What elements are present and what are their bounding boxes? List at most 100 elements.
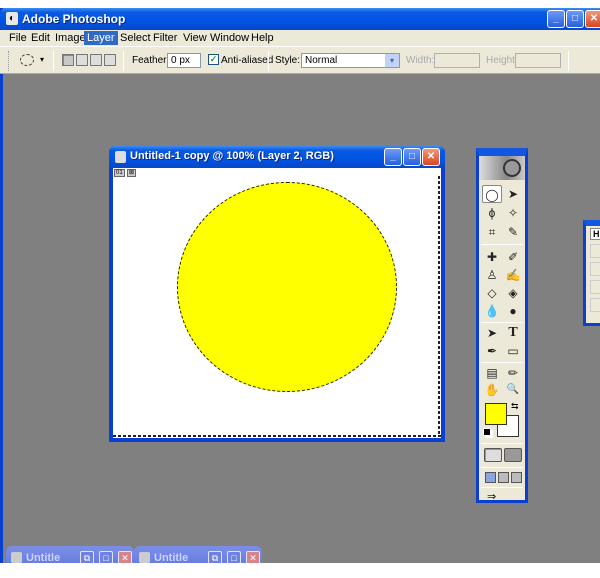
- menu-edit[interactable]: Edit: [28, 31, 53, 45]
- intersect-selection-button[interactable]: [104, 54, 116, 66]
- toolbox-palette: ◯ ➤ ϕ ✧ ⌗ ✎ ✚ ✐ ♙ ✍ ◇ ◈ 💧 ● ➤ T ✒ ▭ ▤ ✏ …: [476, 148, 528, 503]
- swap-colors-icon[interactable]: ⇆: [511, 401, 519, 412]
- eyedropper-tool-icon[interactable]: ✏: [503, 364, 523, 382]
- zoom-tool-icon[interactable]: 🔍: [503, 381, 523, 399]
- history-brush-tool-icon[interactable]: ✍: [503, 266, 523, 284]
- document-icon: [139, 552, 150, 563]
- separator: [568, 51, 569, 71]
- menu-window[interactable]: Window: [207, 31, 252, 45]
- palette-row[interactable]: [590, 244, 600, 258]
- palette-row[interactable]: [590, 262, 600, 276]
- width-input[interactable]: [434, 53, 480, 68]
- eye-icon: [503, 159, 521, 177]
- document-icon: [11, 552, 22, 563]
- screenshot-bottom-margin: [0, 563, 600, 578]
- notes-tool-icon[interactable]: ▤: [482, 364, 502, 382]
- menu-layer[interactable]: Layer: [84, 31, 118, 45]
- separator: [53, 51, 54, 71]
- canvas-marquee-bottom-edge: [113, 435, 441, 437]
- menu-file[interactable]: File: [6, 31, 30, 45]
- lasso-tool-icon[interactable]: ϕ: [482, 204, 502, 222]
- foreground-color-swatch[interactable]: [485, 403, 507, 425]
- palette-tab-history[interactable]: H: [590, 228, 600, 240]
- doc-close-button[interactable]: ✕: [422, 148, 440, 166]
- doc-maximize-button[interactable]: □: [403, 148, 421, 166]
- toolbox-separator: [481, 322, 523, 323]
- height-input[interactable]: [515, 53, 561, 68]
- toolbox-separator: [481, 467, 523, 468]
- anti-aliased-checkbox[interactable]: ✓: [208, 54, 219, 65]
- pen-tool-icon[interactable]: ✒: [482, 342, 502, 360]
- preset-dropdown-arrow-icon[interactable]: ▾: [40, 55, 44, 64]
- full-screen-menu-mode-button[interactable]: [498, 472, 509, 483]
- new-selection-button[interactable]: [62, 54, 74, 66]
- paint-bucket-tool-icon[interactable]: ◈: [503, 284, 523, 302]
- style-select-value: Normal: [305, 55, 338, 66]
- subtract-from-selection-button[interactable]: [90, 54, 102, 66]
- document-icon: [115, 151, 126, 163]
- anti-aliased-label: Anti-aliased: [221, 55, 274, 66]
- add-to-selection-button[interactable]: [76, 54, 88, 66]
- status-chip-channel: 01: [114, 169, 125, 177]
- toolbox-separator: [481, 244, 523, 245]
- full-screen-mode-button[interactable]: [511, 472, 522, 483]
- eraser-tool-icon[interactable]: ◇: [482, 284, 502, 302]
- menu-help[interactable]: Help: [248, 31, 277, 45]
- chevron-down-icon[interactable]: ▾: [385, 54, 399, 67]
- toolbox-separator: [481, 362, 523, 363]
- magic-wand-tool-icon[interactable]: ✧: [503, 204, 523, 222]
- palette-row[interactable]: [590, 298, 600, 312]
- slice-tool-icon[interactable]: ✎: [503, 223, 523, 241]
- maximize-button[interactable]: □: [566, 10, 584, 28]
- standard-mode-button[interactable]: [484, 448, 502, 462]
- style-label: Style:: [275, 55, 301, 66]
- jump-to-imageready-button[interactable]: ⇒: [487, 490, 517, 504]
- brush-tool-icon[interactable]: ✐: [503, 248, 523, 266]
- height-label: Height:: [486, 55, 518, 66]
- menu-bar: File Edit Image Layer Select Filter View…: [0, 30, 600, 46]
- status-chip-mode: ⊠: [127, 169, 137, 177]
- clone-stamp-tool-icon[interactable]: ♙: [482, 266, 502, 284]
- feather-input[interactable]: 0 px: [167, 53, 201, 68]
- hand-tool-icon[interactable]: ✋: [482, 381, 502, 399]
- close-button[interactable]: ✕: [585, 10, 600, 28]
- rectangle-tool-icon[interactable]: ▭: [503, 342, 523, 360]
- blur-tool-icon[interactable]: 💧: [482, 302, 502, 320]
- quick-mask-mode-button[interactable]: [504, 448, 522, 462]
- path-selection-tool-icon[interactable]: ➤: [482, 324, 502, 342]
- doc-minimize-button[interactable]: _: [384, 148, 402, 166]
- canvas-marquee-right-edge: [438, 176, 440, 434]
- yellow-circle-selection[interactable]: [177, 182, 397, 392]
- photoshop-eye-logo[interactable]: [479, 156, 525, 180]
- options-bar: ▾ Feather: 0 px ✓ Anti-aliased Style: No…: [0, 46, 600, 74]
- menu-select[interactable]: Select: [117, 31, 154, 45]
- document-title: Untitled-1 copy @ 100% (Layer 2, RGB): [130, 150, 334, 162]
- document-window: Untitled-1 copy @ 100% (Layer 2, RGB) _ …: [109, 146, 445, 442]
- app-title: Adobe Photoshop: [22, 12, 126, 26]
- document-canvas[interactable]: 01 ⊠: [113, 168, 441, 438]
- minimize-button[interactable]: _: [547, 10, 565, 28]
- app-titlebar[interactable]: ◐ Adobe Photoshop _ □ ✕: [0, 8, 600, 30]
- elliptical-marquee-tool-icon[interactable]: ◯: [482, 185, 502, 203]
- history-palette: H: [583, 220, 600, 326]
- feather-label: Feather:: [132, 55, 170, 66]
- palette-row[interactable]: [590, 280, 600, 294]
- move-tool-icon[interactable]: ➤: [503, 185, 523, 203]
- menu-filter[interactable]: Filter: [150, 31, 180, 45]
- toolbox-separator: [481, 443, 523, 444]
- default-colors-icon[interactable]: [483, 428, 491, 436]
- menu-view[interactable]: View: [180, 31, 210, 45]
- width-label: Width:: [406, 55, 435, 66]
- elliptical-marquee-icon[interactable]: [20, 54, 34, 66]
- style-select[interactable]: Normal ▾: [301, 53, 400, 68]
- healing-brush-tool-icon[interactable]: ✚: [482, 248, 502, 266]
- separator: [123, 51, 124, 71]
- dodge-tool-icon[interactable]: ●: [503, 302, 523, 320]
- type-tool-icon[interactable]: T: [503, 324, 523, 342]
- document-titlebar[interactable]: Untitled-1 copy @ 100% (Layer 2, RGB) _ …: [109, 146, 445, 168]
- standard-screen-mode-button[interactable]: [485, 472, 496, 483]
- crop-tool-icon[interactable]: ⌗: [482, 223, 502, 241]
- options-bar-grip[interactable]: [8, 51, 10, 71]
- photoshop-app-icon: ◐: [6, 12, 18, 25]
- toolbox-separator: [481, 487, 523, 488]
